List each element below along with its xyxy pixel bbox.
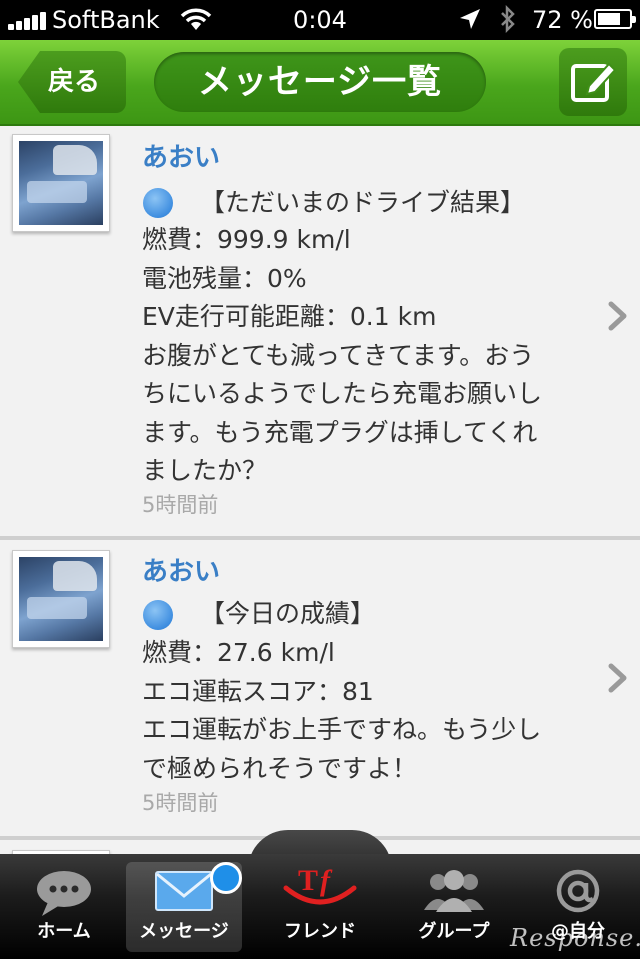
message-item[interactable]: あおい 【今日の成績】 燃費：27.6 km/l エコ運転スコア：81 エコ運転… <box>0 544 640 840</box>
message-line: 電池残量：0% <box>142 263 307 293</box>
message-line: 燃費：27.6 km/l <box>142 638 335 667</box>
compose-icon <box>571 62 617 102</box>
status-dot-icon <box>143 188 173 218</box>
watermark: Response. <box>510 924 640 952</box>
bluetooth-icon <box>501 5 515 33</box>
page-title: メッセージ一覧 <box>154 52 486 112</box>
avatar <box>12 134 110 232</box>
tab-groups-label: グループ <box>418 921 490 942</box>
chevron-right-icon <box>608 301 627 331</box>
back-button[interactable]: 戻る <box>18 51 126 113</box>
svg-text:T: T <box>298 864 318 897</box>
message-line: エコ運転がお上手ですね。もう少し <box>142 715 542 744</box>
message-line: ちにいるようでしたら充電お願いし <box>142 379 543 408</box>
navigation-bar: 戻る メッセージ一覧 <box>0 40 640 126</box>
message-line: 燃費：999.9 km/l <box>142 225 351 254</box>
app-screen: SoftBank 0:04 72 % 戻る メッセージ一覧 あおい 【ただいまの… <box>0 0 640 959</box>
avatar <box>12 550 110 648</box>
compose-button[interactable] <box>559 48 627 116</box>
message-line: ます。もう充電プラグは挿してくれ <box>142 417 538 447</box>
message-heading: 【ただいまのドライブ結果】 <box>200 188 526 217</box>
location-arrow-icon <box>460 9 480 29</box>
tab-friends[interactable]: T f フレンド <box>262 854 378 959</box>
chevron-right-icon <box>608 663 627 693</box>
tf-logo-icon: T f <box>283 864 357 905</box>
tab-bar: ホーム メッセージ T f フレンド グループ @自分 Response. <box>0 854 640 959</box>
message-line: で極められそうですよ！ <box>142 753 418 783</box>
status-dot-icon <box>143 600 173 630</box>
tab-friends-label: フレンド <box>284 921 356 942</box>
message-line: お腹がとても減ってきてます。おう <box>142 340 535 370</box>
group-icon <box>424 870 484 912</box>
sender-name: あおい <box>142 143 221 173</box>
message-heading: 【今日の成績】 <box>200 599 376 628</box>
chat-bubble-icon <box>37 871 91 916</box>
at-icon <box>556 869 600 913</box>
tab-home[interactable]: ホーム <box>6 854 122 959</box>
back-button-label: 戻る <box>48 67 101 97</box>
tab-messages-label: メッセージ <box>139 921 229 942</box>
notification-badge <box>210 862 242 894</box>
status-bar: SoftBank 0:04 72 % <box>0 0 640 40</box>
battery-icon <box>594 9 636 29</box>
tab-home-label: ホーム <box>37 921 91 942</box>
envelope-icon <box>155 871 213 911</box>
message-list[interactable]: あおい 【ただいまのドライブ結果】 燃費：999.9 km/l 電池残量：0% … <box>0 128 640 854</box>
tab-groups[interactable]: グループ <box>396 854 512 959</box>
message-timestamp: 5時間前 <box>142 791 219 815</box>
svg-text:f: f <box>320 864 333 897</box>
message-item[interactable]: あおい 【ただいまのドライブ結果】 燃費：999.9 km/l 電池残量：0% … <box>0 128 640 540</box>
sender-name: あおい <box>142 557 221 587</box>
message-line: エコ運転スコア：81 <box>142 676 374 706</box>
message-timestamp: 5時間前 <box>142 493 219 517</box>
battery-percent: 72 % <box>532 6 593 34</box>
message-line: ましたか？ <box>142 456 268 485</box>
message-line: EV走行可能距離：0.1 km <box>142 302 437 331</box>
